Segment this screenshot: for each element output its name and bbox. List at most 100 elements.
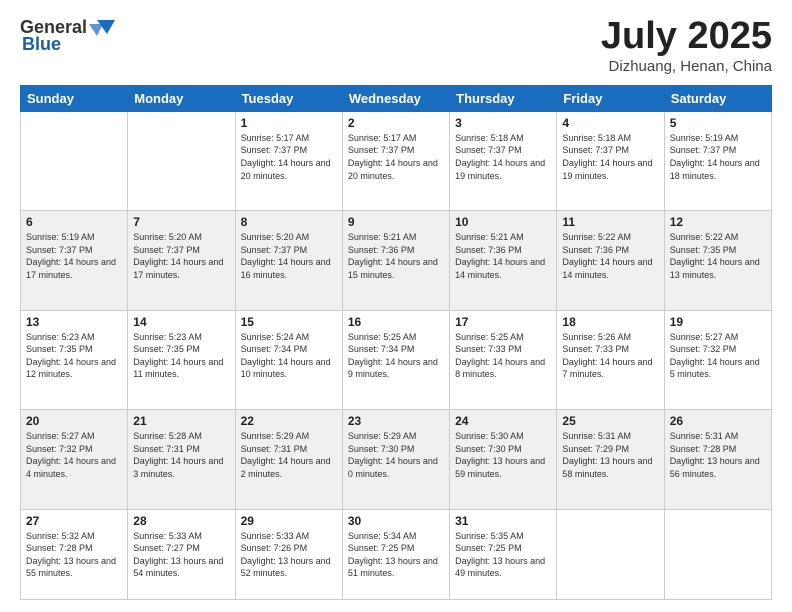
calendar-cell: 7Sunrise: 5:20 AMSunset: 7:37 PMDaylight…: [128, 211, 235, 310]
calendar-cell: 11 Sunrise: 5:22 AMSunset: 7:36 PMDayligh…: [557, 211, 664, 310]
day-number: 20: [26, 414, 122, 428]
calendar-cell: 16Sunrise: 5:25 AMSunset: 7:34 PMDayligh…: [342, 310, 449, 409]
day-info: Sunrise: 5:27 AMSunset: 7:32 PMDaylight:…: [26, 430, 122, 480]
day-info: Sunrise: 5:22 AMSunset: 7:35 PMDaylight:…: [670, 231, 766, 281]
calendar-cell: 14 Sunrise: 5:23 AMSunset: 7:35 PMDayligh…: [128, 310, 235, 409]
day-info: Sunrise: 5:31 AMSunset: 7:28 PMDaylight:…: [670, 430, 766, 480]
day-number: 19: [670, 315, 766, 329]
calendar-cell: 6Sunrise: 5:19 AMSunset: 7:37 PMDaylight…: [21, 211, 128, 310]
day-info: Sunrise: 5:27 AMSunset: 7:32 PMDaylight:…: [670, 331, 766, 381]
calendar-cell: 15 Sunrise: 5:24 AMSunset: 7:34 PMDayligh…: [235, 310, 342, 409]
day-number: 13: [26, 315, 122, 329]
calendar-cell: 25 Sunrise: 5:31 AMSunset: 7:29 PMDayligh…: [557, 410, 664, 509]
day-number: 23: [348, 414, 444, 428]
calendar-cell: [557, 509, 664, 599]
day-info: Sunrise: 5:24 AMSunset: 7:34 PMDaylight:…: [241, 331, 337, 381]
day-number: 15: [241, 315, 337, 329]
calendar-cell: 18 Sunrise: 5:26 AMSunset: 7:33 PMDayligh…: [557, 310, 664, 409]
day-info: Sunrise: 5:19 AMSunset: 7:37 PMDaylight:…: [670, 132, 766, 182]
calendar-cell: 9 Sunrise: 5:21 AMSunset: 7:36 PMDaylight…: [342, 211, 449, 310]
calendar-cell: 27Sunrise: 5:32 AMSunset: 7:28 PMDayligh…: [21, 509, 128, 599]
calendar-cell: 20 Sunrise: 5:27 AMSunset: 7:32 PMDayligh…: [21, 410, 128, 509]
calendar-cell: 13 Sunrise: 5:23 AMSunset: 7:35 PMDayligh…: [21, 310, 128, 409]
day-number: 18: [562, 315, 658, 329]
day-number: 24: [455, 414, 551, 428]
day-info: Sunrise: 5:17 AMSunset: 7:37 PMDaylight:…: [348, 132, 444, 182]
calendar-cell: 3Sunrise: 5:18 AMSunset: 7:37 PMDaylight…: [450, 111, 557, 210]
day-info: Sunrise: 5:26 AMSunset: 7:33 PMDaylight:…: [562, 331, 658, 381]
day-info: Sunrise: 5:18 AMSunset: 7:37 PMDaylight:…: [562, 132, 658, 182]
day-number: 25: [562, 414, 658, 428]
day-number: 9: [348, 215, 444, 229]
calendar-cell: 28 Sunrise: 5:33 AMSunset: 7:27 PMDayligh…: [128, 509, 235, 599]
calendar-cell: 4 Sunrise: 5:18 AMSunset: 7:37 PMDaylight…: [557, 111, 664, 210]
location-subtitle: Dizhuang, Henan, China: [601, 58, 772, 75]
day-number: 12: [670, 215, 766, 229]
calendar-cell: 17 Sunrise: 5:25 AMSunset: 7:33 PMDayligh…: [450, 310, 557, 409]
calendar-row: 1 Sunrise: 5:17 AMSunset: 7:37 PMDaylight…: [21, 111, 772, 210]
calendar-cell: 22 Sunrise: 5:29 AMSunset: 7:31 PMDayligh…: [235, 410, 342, 509]
calendar-cell: 30Sunrise: 5:34 AMSunset: 7:25 PMDayligh…: [342, 509, 449, 599]
calendar-row: 27Sunrise: 5:32 AMSunset: 7:28 PMDayligh…: [21, 509, 772, 599]
logo-icon: [89, 16, 115, 38]
calendar-cell: 31 Sunrise: 5:35 AMSunset: 7:25 PMDayligh…: [450, 509, 557, 599]
day-number: 14: [133, 315, 229, 329]
day-info: Sunrise: 5:20 AMSunset: 7:37 PMDaylight:…: [241, 231, 337, 281]
col-friday: Friday: [557, 85, 664, 111]
day-info: Sunrise: 5:29 AMSunset: 7:30 PMDaylight:…: [348, 430, 444, 480]
day-info: Sunrise: 5:29 AMSunset: 7:31 PMDaylight:…: [241, 430, 337, 480]
month-title: July 2025: [601, 16, 772, 58]
calendar-cell: 29Sunrise: 5:33 AMSunset: 7:26 PMDayligh…: [235, 509, 342, 599]
day-number: 11: [562, 215, 658, 229]
day-info: Sunrise: 5:23 AMSunset: 7:35 PMDaylight:…: [133, 331, 229, 381]
day-number: 8: [241, 215, 337, 229]
day-info: Sunrise: 5:23 AMSunset: 7:35 PMDaylight:…: [26, 331, 122, 381]
calendar-cell: 12 Sunrise: 5:22 AMSunset: 7:35 PMDayligh…: [664, 211, 771, 310]
calendar-cell: 1 Sunrise: 5:17 AMSunset: 7:37 PMDaylight…: [235, 111, 342, 210]
calendar-table: Sunday Monday Tuesday Wednesday Thursday…: [20, 85, 772, 600]
calendar-cell: 10 Sunrise: 5:21 AMSunset: 7:36 PMDayligh…: [450, 211, 557, 310]
day-number: 26: [670, 414, 766, 428]
col-saturday: Saturday: [664, 85, 771, 111]
day-info: Sunrise: 5:33 AMSunset: 7:27 PMDaylight:…: [133, 530, 229, 580]
calendar-row: 20 Sunrise: 5:27 AMSunset: 7:32 PMDayligh…: [21, 410, 772, 509]
day-info: Sunrise: 5:21 AMSunset: 7:36 PMDaylight:…: [348, 231, 444, 281]
day-info: Sunrise: 5:25 AMSunset: 7:33 PMDaylight:…: [455, 331, 551, 381]
calendar-cell: 26 Sunrise: 5:31 AMSunset: 7:28 PMDayligh…: [664, 410, 771, 509]
day-number: 4: [562, 116, 658, 130]
day-info: Sunrise: 5:20 AMSunset: 7:37 PMDaylight:…: [133, 231, 229, 281]
day-number: 17: [455, 315, 551, 329]
day-info: Sunrise: 5:21 AMSunset: 7:36 PMDaylight:…: [455, 231, 551, 281]
title-area: July 2025 Dizhuang, Henan, China: [601, 16, 772, 75]
col-wednesday: Wednesday: [342, 85, 449, 111]
day-number: 2: [348, 116, 444, 130]
day-number: 6: [26, 215, 122, 229]
header-row: Sunday Monday Tuesday Wednesday Thursday…: [21, 85, 772, 111]
day-info: Sunrise: 5:28 AMSunset: 7:31 PMDaylight:…: [133, 430, 229, 480]
logo-blue: Blue: [22, 34, 61, 55]
day-number: 28: [133, 514, 229, 528]
day-number: 21: [133, 414, 229, 428]
day-info: Sunrise: 5:25 AMSunset: 7:34 PMDaylight:…: [348, 331, 444, 381]
day-info: Sunrise: 5:17 AMSunset: 7:37 PMDaylight:…: [241, 132, 337, 182]
header: General Blue July 2025 Dizhuang, Henan, …: [20, 16, 772, 75]
calendar-row: 6Sunrise: 5:19 AMSunset: 7:37 PMDaylight…: [21, 211, 772, 310]
day-number: 29: [241, 514, 337, 528]
col-sunday: Sunday: [21, 85, 128, 111]
calendar-cell: 21 Sunrise: 5:28 AMSunset: 7:31 PMDayligh…: [128, 410, 235, 509]
day-number: 31: [455, 514, 551, 528]
col-monday: Monday: [128, 85, 235, 111]
day-number: 22: [241, 414, 337, 428]
day-info: Sunrise: 5:22 AMSunset: 7:36 PMDaylight:…: [562, 231, 658, 281]
calendar-cell: 5Sunrise: 5:19 AMSunset: 7:37 PMDaylight…: [664, 111, 771, 210]
day-number: 30: [348, 514, 444, 528]
calendar-cell: [128, 111, 235, 210]
day-number: 1: [241, 116, 337, 130]
day-info: Sunrise: 5:35 AMSunset: 7:25 PMDaylight:…: [455, 530, 551, 580]
calendar-cell: 19 Sunrise: 5:27 AMSunset: 7:32 PMDayligh…: [664, 310, 771, 409]
calendar-cell: [21, 111, 128, 210]
day-number: 10: [455, 215, 551, 229]
day-number: 3: [455, 116, 551, 130]
day-info: Sunrise: 5:31 AMSunset: 7:29 PMDaylight:…: [562, 430, 658, 480]
calendar-row: 13 Sunrise: 5:23 AMSunset: 7:35 PMDayligh…: [21, 310, 772, 409]
